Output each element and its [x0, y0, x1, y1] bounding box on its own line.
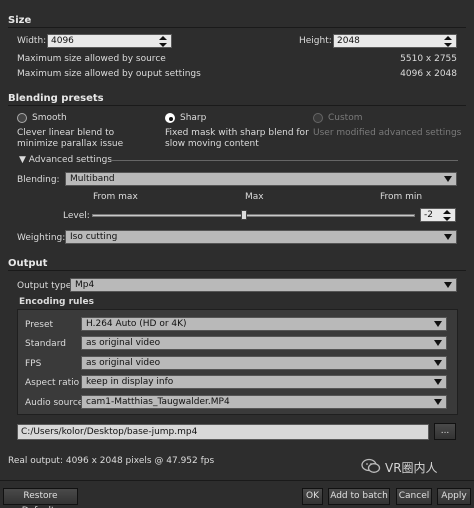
smooth-label[interactable]: Smooth — [32, 113, 67, 123]
height-label: Height: — [299, 36, 332, 46]
footer-divider — [0, 480, 474, 481]
audio-source-select[interactable]: cam1-Matthias_Taugwalder.MP4 — [81, 395, 447, 409]
spin-arrows-icon[interactable] — [159, 36, 167, 47]
aspect-ratio-label: Aspect ratio — [25, 378, 80, 388]
output-path-field[interactable]: C:/Users/kolor/Desktop/base-jump.mp4 — [17, 424, 429, 440]
audio-source-label: Audio source — [25, 398, 84, 408]
chevron-down-icon — [434, 399, 442, 405]
chevron-down-icon — [434, 321, 442, 327]
level-spinbox[interactable]: -2 — [420, 208, 456, 222]
fps-value: as original video — [86, 358, 161, 368]
width-value: 4096 — [51, 36, 74, 46]
max-output-value: 4096 x 2048 — [400, 69, 457, 79]
preset-value: H.264 Auto (HD or 4K) — [86, 319, 187, 329]
blending-label: Blending: — [17, 175, 60, 185]
advanced-divider — [110, 160, 458, 161]
audio-source-value: cam1-Matthias_Taugwalder.MP4 — [86, 397, 230, 407]
level-max-tick: Max — [245, 192, 264, 202]
output-divider — [8, 270, 466, 271]
apply-button[interactable]: Apply — [437, 488, 471, 505]
size-section-title: Size — [8, 15, 32, 26]
encoding-rules-title: Encoding rules — [19, 297, 94, 307]
chevron-down-icon — [444, 234, 452, 240]
sharp-radio[interactable] — [165, 113, 175, 123]
output-type-label: Output type — [17, 281, 72, 291]
max-source-label: Maximum size allowed by source — [17, 54, 166, 64]
smooth-description: Clever linear blend to minimize parallax… — [17, 128, 124, 149]
standard-value: as original video — [86, 338, 161, 348]
level-value: -2 — [424, 210, 433, 220]
output-type-value: Mp4 — [75, 280, 95, 290]
browse-button[interactable]: ... — [434, 423, 456, 440]
aspect-ratio-value: keep in display info — [86, 377, 174, 387]
blending-divider — [8, 105, 466, 106]
advanced-label: Advanced settings — [28, 155, 113, 165]
blending-select[interactable]: Multiband — [65, 172, 457, 186]
chevron-down-icon — [444, 282, 452, 288]
chevron-down-icon — [434, 340, 442, 346]
level-slider-track[interactable] — [92, 214, 415, 217]
blending-value: Multiband — [70, 174, 115, 184]
sharp-label[interactable]: Sharp — [180, 113, 206, 123]
weighting-label: Weighting: — [17, 233, 66, 243]
spin-arrows-icon[interactable] — [444, 36, 452, 47]
sharp-description: Fixed mask with sharp blend for slow mov… — [165, 128, 309, 149]
fps-label: FPS — [25, 359, 42, 369]
preset-label: Preset — [25, 320, 54, 330]
output-section-title: Output — [8, 258, 48, 269]
fps-select[interactable]: as original video — [81, 356, 447, 370]
output-type-select[interactable]: Mp4 — [70, 278, 457, 292]
real-output-text: Real output: 4096 x 2048 pixels @ 47.952… — [8, 456, 215, 466]
level-label: Level: — [63, 211, 90, 221]
smooth-radio[interactable] — [17, 113, 27, 123]
size-divider — [8, 27, 466, 28]
cancel-button[interactable]: Cancel — [396, 488, 432, 505]
custom-description: User modified advanced settings — [313, 128, 462, 138]
blending-section-title: Blending presets — [8, 93, 104, 104]
max-output-label: Maximum size allowed by ouput settings — [17, 69, 201, 79]
height-spinbox[interactable]: 2048 — [333, 34, 457, 48]
width-spinbox[interactable]: 4096 — [47, 34, 172, 48]
height-value: 2048 — [337, 36, 360, 46]
ok-button[interactable]: OK — [302, 488, 323, 505]
weighting-select[interactable]: Iso cutting — [65, 230, 457, 244]
advanced-toggle[interactable]: ▼ Advanced settings — [19, 155, 112, 165]
width-label: Width: — [17, 36, 47, 46]
weighting-value: Iso cutting — [70, 232, 118, 242]
standard-select[interactable]: as original video — [81, 336, 447, 350]
level-from-min-tick: From min — [380, 192, 423, 202]
chevron-down-icon — [434, 360, 442, 366]
restore-defaults-button[interactable]: Restore Defaults — [3, 488, 78, 508]
chevron-down-icon — [434, 379, 442, 385]
custom-radio — [313, 113, 323, 123]
spin-arrows-icon[interactable] — [443, 210, 451, 221]
aspect-ratio-select[interactable]: keep in display info — [81, 375, 447, 389]
standard-label: Standard — [25, 339, 66, 349]
output-path-value: C:/Users/kolor/Desktop/base-jump.mp4 — [21, 427, 198, 437]
add-to-batch-button[interactable]: Add to batch — [328, 488, 390, 505]
level-from-max-tick: From max — [93, 192, 138, 202]
triangle-down-icon: ▼ — [19, 155, 26, 165]
custom-label: Custom — [328, 113, 363, 123]
level-slider-handle[interactable] — [240, 210, 247, 220]
wechat-icon — [361, 458, 381, 477]
watermark-text: VR圈内人 — [385, 461, 438, 475]
preset-select[interactable]: H.264 Auto (HD or 4K) — [81, 317, 447, 331]
chevron-down-icon — [444, 176, 452, 182]
max-source-value: 5510 x 2755 — [400, 54, 457, 64]
